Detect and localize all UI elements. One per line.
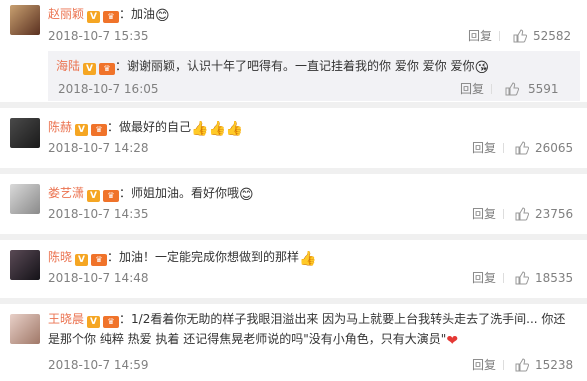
comment-text: ：1/2看着你无助的样子我眼泪溢出来 因为马上就要上台我转头走去了洗手间... … — [119, 312, 566, 326]
timestamp: 2018-10-7 14:35 — [48, 207, 149, 221]
like-count: 26065 — [535, 141, 574, 155]
divider — [503, 273, 504, 283]
reply-button[interactable]: 回复 — [472, 206, 496, 222]
username[interactable]: 王晓晨 — [48, 312, 84, 326]
nested-reply: 海陆 V ♛ ：谢谢丽颖，认识十年了吧得有。一直记挂着我的你 爱你 爱你 爱你😘 20… — [48, 51, 580, 101]
verified-icon: V — [75, 124, 89, 136]
comment-line-continued: 是那个你 纯粹 热爱 执着 还记得焦晃老师说的吗"没有小角色，只有大演员"❤ — [48, 330, 577, 348]
reply-button[interactable]: 回复 — [472, 140, 496, 156]
divider — [503, 143, 504, 153]
comment-item: 陈晓 V ♛ ：加油！一定能完成你想做到的那样👍 2018-10-7 14:48 回复… — [0, 240, 587, 296]
timestamp: 2018-10-7 15:35 — [48, 29, 149, 43]
comment-meta: 2018-10-7 14:59 回复 15238 — [48, 357, 577, 373]
thumbs-up-icon[interactable] — [515, 358, 529, 372]
comment-line: 陈晓 V ♛ ：加油！一定能完成你想做到的那样👍 — [48, 248, 577, 266]
level-icon: ♛ — [91, 254, 108, 266]
comment-item: 娄艺潇 V ♛ ：师姐加油。看好你哦😊 2018-10-7 14:35 回复 2375… — [0, 174, 587, 232]
comment-meta: 2018-10-7 14:28 回复 26065 — [48, 140, 577, 156]
like-count: 15238 — [535, 358, 574, 372]
kiss-emoji-icon: 😘 — [474, 60, 490, 76]
comment-line: 陈赫 V ♛ ：做最好的自己👍👍👍 — [48, 118, 577, 136]
level-icon: ♛ — [103, 316, 120, 328]
level-icon: ♛ — [91, 124, 108, 136]
avatar[interactable] — [10, 184, 40, 214]
comment-meta: 2018-10-7 15:35 回复 52582 — [48, 28, 577, 44]
verified-icon: V — [87, 11, 101, 23]
verified-icon: V — [87, 190, 101, 202]
comment-meta: 2018-10-7 14:35 回复 23756 — [48, 206, 577, 222]
like-count: 5591 — [528, 82, 559, 96]
like-count: 23756 — [535, 207, 574, 221]
divider — [503, 360, 504, 370]
thumbs-up-emoji-icon: 👍 — [299, 251, 317, 267]
level-icon: ♛ — [103, 11, 120, 23]
reply-username[interactable]: 海陆 — [56, 59, 80, 73]
comment-item: 赵丽颖 V ♛ ：加油😊 2018-10-7 15:35 回复 52582 海陆 V ♛：… — [0, 0, 587, 101]
thumbs-up-icon[interactable] — [515, 271, 529, 285]
thumbs-up-icon[interactable] — [515, 207, 529, 221]
comment-text: ：加油 — [119, 7, 156, 21]
reply-button[interactable]: 回复 — [460, 81, 484, 97]
username[interactable]: 陈赫 — [48, 120, 72, 134]
like-count: 18535 — [535, 271, 574, 285]
timestamp: 2018-10-7 16:05 — [58, 82, 159, 96]
reply-meta: 2018-10-7 16:05 回复 5591 — [58, 81, 572, 97]
avatar[interactable] — [10, 118, 40, 148]
divider — [499, 31, 500, 41]
smile-emoji-icon: 😊 — [155, 8, 170, 24]
comment-text: ：加油！一定能完成你想做到的那样 — [107, 250, 300, 264]
thumbs-up-icon[interactable] — [513, 29, 527, 43]
like-count: 52582 — [533, 29, 572, 43]
timestamp: 2018-10-7 14:48 — [48, 271, 149, 285]
comment-item: 陈赫 V ♛ ：做最好的自己👍👍👍 2018-10-7 14:28 回复 26065 — [0, 108, 587, 164]
comment-line: 赵丽颖 V ♛ ：加油😊 — [48, 5, 577, 23]
comment-text: ：做最好的自己 — [107, 120, 192, 134]
reply-text: ：谢谢丽颖，认识十年了吧得有。一直记挂着我的你 爱你 爱你 爱你 — [115, 59, 475, 73]
comment-text-continued: 是那个你 纯粹 热爱 执着 还记得焦晃老师说的吗"没有小角色，只有大演员" — [48, 332, 447, 346]
reply-button[interactable]: 回复 — [468, 28, 492, 44]
verified-icon: V — [83, 63, 97, 75]
level-icon: ♛ — [99, 63, 116, 75]
thumbs-up-icon[interactable] — [505, 82, 519, 96]
comment-item: 王晓晨 V ♛ ：1/2看着你无助的样子我眼泪溢出来 因为马上就要上台我转头走去了洗手… — [0, 304, 587, 381]
avatar[interactable] — [10, 314, 40, 344]
comment-meta: 2018-10-7 14:48 回复 18535 — [48, 270, 577, 286]
username[interactable]: 赵丽颖 — [48, 7, 84, 21]
reply-line: 海陆 V ♛ ：谢谢丽颖，认识十年了吧得有。一直记挂着我的你 爱你 爱你 爱你😘 — [56, 57, 572, 75]
verified-icon: V — [75, 254, 89, 266]
heart-emoji-icon: ❤ — [446, 333, 459, 349]
thumbs-up-emoji-icon: 👍👍👍 — [191, 121, 244, 137]
smile-emoji-icon: 😊 — [239, 187, 254, 203]
username[interactable]: 娄艺潇 — [48, 186, 84, 200]
reply-button[interactable]: 回复 — [472, 357, 496, 373]
timestamp: 2018-10-7 14:59 — [48, 358, 149, 372]
divider — [491, 84, 492, 94]
comment-line: 王晓晨 V ♛ ：1/2看着你无助的样子我眼泪溢出来 因为马上就要上台我转头走去了洗手… — [48, 310, 577, 328]
level-icon: ♛ — [103, 190, 120, 202]
verified-icon: V — [87, 316, 101, 328]
username[interactable]: 陈晓 — [48, 250, 72, 264]
timestamp: 2018-10-7 14:28 — [48, 141, 149, 155]
divider — [503, 209, 504, 219]
comment-line: 娄艺潇 V ♛ ：师姐加油。看好你哦😊 — [48, 184, 577, 202]
avatar[interactable] — [10, 5, 40, 35]
avatar[interactable] — [10, 250, 40, 280]
reply-button[interactable]: 回复 — [472, 270, 496, 286]
comment-text: ：师姐加油。看好你哦 — [119, 186, 240, 200]
thumbs-up-icon[interactable] — [515, 141, 529, 155]
